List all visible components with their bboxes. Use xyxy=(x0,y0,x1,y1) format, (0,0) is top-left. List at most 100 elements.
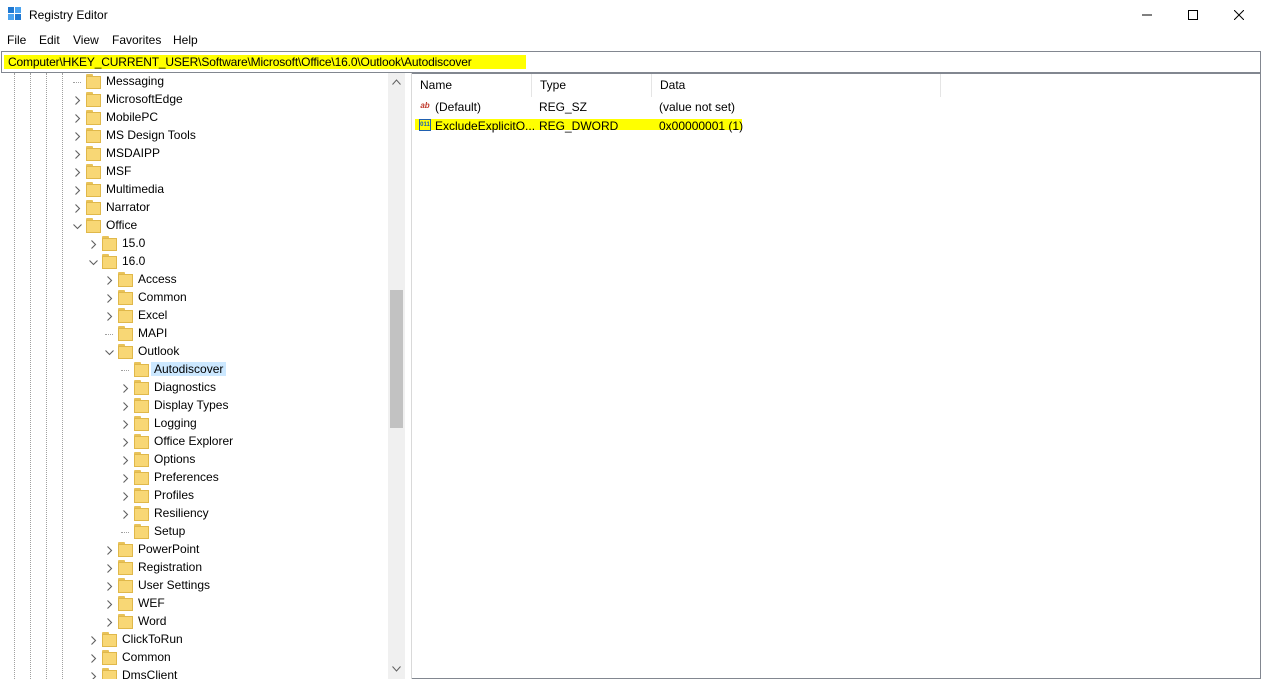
tree-node-label: Options xyxy=(154,452,196,466)
minimize-icon xyxy=(1142,14,1152,16)
values-pane[interactable]: Name Type Data ab (Default) REG_SZ (valu… xyxy=(412,73,1261,679)
chevron-right-icon[interactable] xyxy=(105,618,114,627)
tree-node[interactable]: ClickToRun xyxy=(0,631,388,649)
tree-node[interactable]: Registration xyxy=(0,559,388,577)
chevron-right-icon[interactable] xyxy=(105,294,114,303)
chevron-down-icon[interactable] xyxy=(73,222,82,231)
scrollbar-thumb[interactable] xyxy=(390,290,403,428)
chevron-right-icon[interactable] xyxy=(73,150,82,159)
folder-icon xyxy=(134,524,149,539)
tree-node[interactable]: Display Types xyxy=(0,397,388,415)
tree-node[interactable]: User Settings xyxy=(0,577,388,595)
chevron-right-icon[interactable] xyxy=(121,474,130,483)
chevron-right-icon[interactable] xyxy=(105,276,114,285)
folder-icon xyxy=(118,326,133,341)
tree-node[interactable]: Setup xyxy=(0,523,388,541)
maximize-button[interactable] xyxy=(1170,0,1216,30)
chevron-right-icon[interactable] xyxy=(121,384,130,393)
value-row[interactable]: 011 ExcludeExplicitO... REG_DWORD 0x0000… xyxy=(412,117,942,135)
chevron-right-icon[interactable] xyxy=(105,312,114,321)
folder-icon xyxy=(118,344,133,359)
tree-node[interactable]: Office xyxy=(0,217,388,235)
chevron-right-icon[interactable] xyxy=(73,114,82,123)
tree-node[interactable]: Excel xyxy=(0,307,388,325)
folder-icon xyxy=(118,272,133,287)
menu-help[interactable]: Help xyxy=(173,33,198,47)
chevron-right-icon[interactable] xyxy=(89,654,98,663)
tree-node[interactable]: Access xyxy=(0,271,388,289)
tree-node[interactable]: 16.0 xyxy=(0,253,388,271)
tree-node[interactable]: Outlook xyxy=(0,343,388,361)
tree-node[interactable]: Office Explorer xyxy=(0,433,388,451)
chevron-right-icon[interactable] xyxy=(121,492,130,501)
menu-edit[interactable]: Edit xyxy=(39,33,60,47)
tree-node[interactable]: MSDAIPP xyxy=(0,145,388,163)
folder-icon xyxy=(118,596,133,611)
chevron-right-icon[interactable] xyxy=(121,456,130,465)
chevron-right-icon[interactable] xyxy=(105,582,114,591)
tree-node[interactable]: MobilePC xyxy=(0,109,388,127)
chevron-right-icon[interactable] xyxy=(89,240,98,249)
tree-node[interactable]: Diagnostics xyxy=(0,379,388,397)
folder-icon xyxy=(118,614,133,629)
tree-node[interactable]: PowerPoint xyxy=(0,541,388,559)
chevron-right-icon[interactable] xyxy=(121,420,130,429)
tree-node[interactable]: Common xyxy=(0,289,388,307)
tree-node[interactable]: MicrosoftEdge xyxy=(0,91,388,109)
column-header-name[interactable]: Name xyxy=(412,74,532,97)
chevron-right-icon[interactable] xyxy=(121,402,130,411)
tree-node[interactable]: DmsClient xyxy=(0,667,388,679)
tree-node[interactable]: WEF xyxy=(0,595,388,613)
tree-node[interactable]: MAPI xyxy=(0,325,388,343)
chevron-right-icon[interactable] xyxy=(105,564,114,573)
chevron-right-icon[interactable] xyxy=(89,636,98,645)
column-header-type[interactable]: Type xyxy=(532,74,652,97)
tree-node[interactable]: Autodiscover xyxy=(0,361,388,379)
chevron-right-icon[interactable] xyxy=(121,438,130,447)
chevron-right-icon[interactable] xyxy=(121,510,130,519)
chevron-right-icon[interactable] xyxy=(105,546,114,555)
chevron-right-icon[interactable] xyxy=(73,204,82,213)
menu-favorites[interactable]: Favorites xyxy=(112,33,161,47)
tree-node[interactable]: Messaging xyxy=(0,73,388,91)
tree-node[interactable]: Common xyxy=(0,649,388,667)
value-type: REG_SZ xyxy=(539,100,588,114)
chevron-right-icon[interactable] xyxy=(73,132,82,141)
tree-node[interactable]: 15.0 xyxy=(0,235,388,253)
chevron-down-icon[interactable] xyxy=(105,348,114,357)
chevron-down-icon[interactable] xyxy=(89,258,98,267)
folder-icon xyxy=(86,110,101,125)
address-bar[interactable]: Computer\HKEY_CURRENT_USER\Software\Micr… xyxy=(1,51,1261,73)
scroll-down-button[interactable] xyxy=(388,660,405,677)
tree-node[interactable]: Multimedia xyxy=(0,181,388,199)
tree-node[interactable]: Narrator xyxy=(0,199,388,217)
tree-node-label: PowerPoint xyxy=(138,542,200,556)
folder-icon xyxy=(134,470,149,485)
tree-node[interactable]: MS Design Tools xyxy=(0,127,388,145)
folder-icon xyxy=(134,488,149,503)
tree-node[interactable]: Options xyxy=(0,451,388,469)
value-row[interactable]: ab (Default) REG_SZ (value not set) xyxy=(412,98,942,116)
address-path[interactable]: Computer\HKEY_CURRENT_USER\Software\Micr… xyxy=(8,55,472,69)
close-button[interactable] xyxy=(1216,0,1262,30)
chevron-right-icon[interactable] xyxy=(73,186,82,195)
menu-view[interactable]: View xyxy=(73,33,99,47)
chevron-right-icon[interactable] xyxy=(73,96,82,105)
scroll-up-button[interactable] xyxy=(388,73,405,90)
chevron-right-icon[interactable] xyxy=(73,168,82,177)
chevron-right-icon[interactable] xyxy=(89,672,98,679)
registry-tree[interactable]: Messaging MicrosoftEdge MobilePC MS Design … xyxy=(0,73,408,679)
minimize-button[interactable] xyxy=(1124,0,1170,30)
tree-node[interactable]: Preferences xyxy=(0,469,388,487)
tree-node-label: MicrosoftEdge xyxy=(106,92,183,106)
tree-node[interactable]: Logging xyxy=(0,415,388,433)
tree-node[interactable]: MSF xyxy=(0,163,388,181)
tree-node[interactable]: Resiliency xyxy=(0,505,388,523)
window-title: Registry Editor xyxy=(29,8,108,22)
tree-node[interactable]: Word xyxy=(0,613,388,631)
tree-node-label: Office xyxy=(106,218,138,232)
tree-node[interactable]: Profiles xyxy=(0,487,388,505)
column-header-data[interactable]: Data xyxy=(652,74,941,97)
chevron-right-icon[interactable] xyxy=(105,600,114,609)
menu-file[interactable]: File xyxy=(7,33,26,47)
